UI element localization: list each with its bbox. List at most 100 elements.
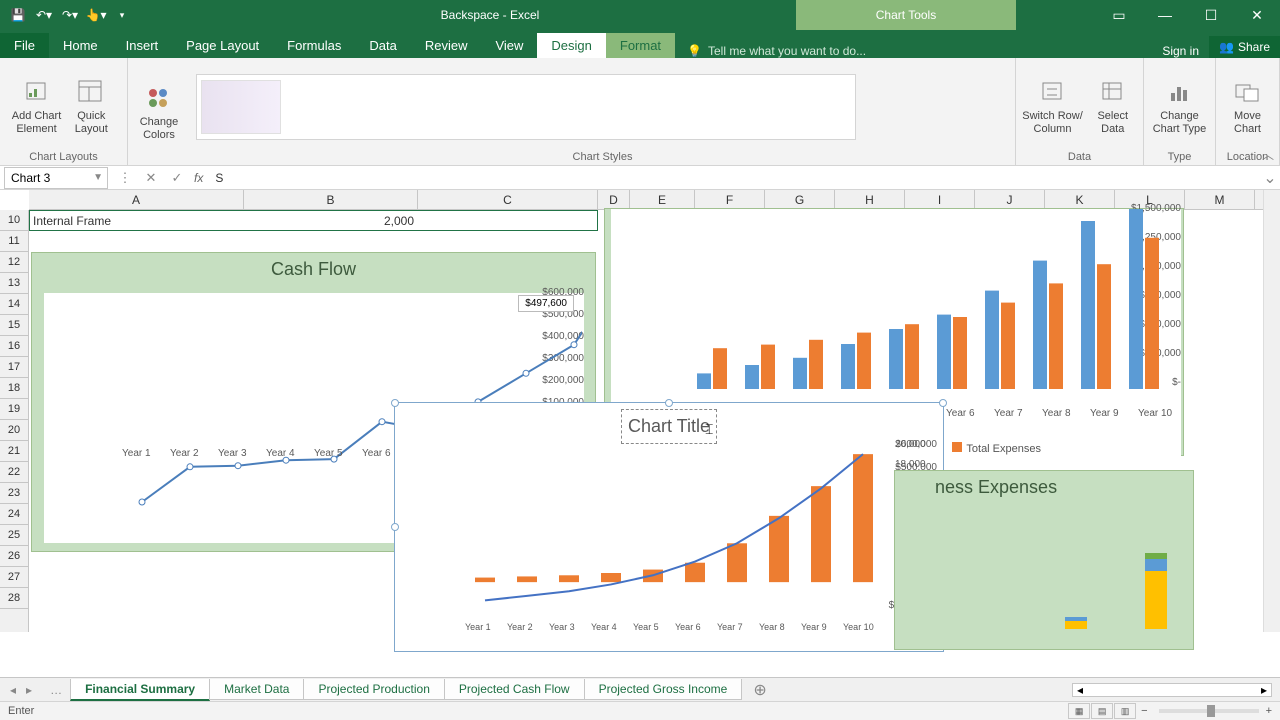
chart-expenses[interactable]: ness Expenses xyxy=(894,470,1194,650)
row-header[interactable]: 27 xyxy=(0,567,28,588)
tab-page-layout[interactable]: Page Layout xyxy=(172,33,273,58)
chart-selected-combo[interactable]: Chart Title ⌶ $600,000$500,000$400,000$3… xyxy=(394,402,944,652)
column-header[interactable]: I xyxy=(905,190,975,209)
page-break-view-button[interactable]: ▥ xyxy=(1114,703,1136,719)
sheet-tab[interactable]: Projected Gross Income xyxy=(584,679,743,700)
row-header[interactable]: 17 xyxy=(0,357,28,378)
cancel-formula-button[interactable]: ✕ xyxy=(138,170,164,186)
change-colors-button[interactable]: Change Colors xyxy=(135,83,183,142)
zoom-out-button[interactable]: − xyxy=(1141,705,1147,717)
chevron-down-icon[interactable]: ▼ xyxy=(93,172,107,183)
redo-icon[interactable]: ↷▾ xyxy=(58,4,82,26)
tell-me-search[interactable]: 💡Tell me what you want to do... xyxy=(675,44,1152,58)
add-sheet-button[interactable]: ⊕ xyxy=(741,680,778,700)
sheet-nav[interactable]: ◂▸ xyxy=(0,683,42,697)
zoom-in-button[interactable]: + xyxy=(1266,705,1272,717)
row-header[interactable]: 20 xyxy=(0,420,28,441)
expand-formula-bar-icon[interactable]: ⌄ xyxy=(1260,168,1280,188)
maximize-icon[interactable]: ☐ xyxy=(1188,0,1234,30)
ribbon-group-chart-layouts: Add Chart Element Quick Layout Chart Lay… xyxy=(0,58,128,165)
page-layout-view-button[interactable]: ▤ xyxy=(1091,703,1113,719)
row-header[interactable]: 18 xyxy=(0,378,28,399)
name-box[interactable]: Chart 3▼ xyxy=(4,167,108,189)
minimize-icon[interactable]: — xyxy=(1142,0,1188,30)
cell-mode-indicator: Enter xyxy=(8,705,34,717)
row-header[interactable]: 23 xyxy=(0,483,28,504)
row-header[interactable]: 10 xyxy=(0,210,28,231)
normal-view-button[interactable]: ▦ xyxy=(1068,703,1090,719)
select-data-button[interactable]: Select Data xyxy=(1089,77,1137,136)
separator-icon: ⋮ xyxy=(112,170,138,186)
row-header[interactable]: 11 xyxy=(0,231,28,252)
column-header[interactable]: D xyxy=(598,190,630,209)
selection-border xyxy=(29,210,598,231)
horizontal-scrollbar[interactable]: ◂▸ xyxy=(779,683,1280,697)
chart-title: ness Expenses xyxy=(895,471,1193,504)
undo-icon[interactable]: ↶▾ xyxy=(32,4,56,26)
touch-mode-icon[interactable]: 👆▾ xyxy=(84,4,108,26)
tab-insert[interactable]: Insert xyxy=(112,33,173,58)
row-header[interactable]: 26 xyxy=(0,546,28,567)
chart-style-thumbnail[interactable] xyxy=(201,80,281,134)
row-header[interactable]: 15 xyxy=(0,315,28,336)
column-header[interactable]: E xyxy=(630,190,695,209)
row-header[interactable]: 24 xyxy=(0,504,28,525)
column-header[interactable]: J xyxy=(975,190,1045,209)
row-header[interactable]: 21 xyxy=(0,441,28,462)
cell-grid[interactable]: Internal Frame 2,000 Cash Flow $600,000$… xyxy=(29,210,1263,632)
column-header[interactable]: C xyxy=(418,190,598,209)
add-chart-element-button[interactable]: Add Chart Element xyxy=(12,77,62,136)
column-header[interactable]: F xyxy=(695,190,765,209)
sheet-tab[interactable]: Projected Cash Flow xyxy=(444,679,585,700)
row-header[interactable]: 25 xyxy=(0,525,28,546)
qat-customize-icon[interactable]: ▾ xyxy=(110,4,134,26)
row-header[interactable]: 14 xyxy=(0,294,28,315)
sheet-tab[interactable]: Financial Summary xyxy=(70,679,210,701)
row-header[interactable]: 28 xyxy=(0,588,28,609)
selection-handle[interactable] xyxy=(391,523,399,531)
fx-icon[interactable]: fx xyxy=(190,171,207,185)
tab-data[interactable]: Data xyxy=(355,33,410,58)
sign-in-link[interactable]: Sign in xyxy=(1152,44,1209,58)
close-icon[interactable]: ✕ xyxy=(1234,0,1280,30)
column-header[interactable]: H xyxy=(835,190,905,209)
data-label: $497,600 xyxy=(518,295,574,312)
zoom-slider[interactable] xyxy=(1159,709,1259,713)
column-header[interactable]: A xyxy=(29,190,244,209)
collapse-ribbon-icon[interactable]: ︿ xyxy=(1262,146,1274,163)
accept-formula-button[interactable]: ✓ xyxy=(164,170,190,186)
selection-handle[interactable] xyxy=(391,399,399,407)
save-icon[interactable]: 💾 xyxy=(6,4,30,26)
sheet-tab[interactable]: Market Data xyxy=(209,679,304,700)
sheet-tab[interactable]: Projected Production xyxy=(303,679,444,700)
selection-handle[interactable] xyxy=(939,399,947,407)
change-chart-type-button[interactable]: Change Chart Type xyxy=(1153,77,1207,136)
column-header[interactable]: K xyxy=(1045,190,1115,209)
tab-view[interactable]: View xyxy=(481,33,537,58)
formula-input[interactable]: S xyxy=(207,171,1260,185)
tab-design[interactable]: Design xyxy=(537,33,605,58)
switch-row-column-button[interactable]: Switch Row/ Column xyxy=(1022,77,1083,136)
app-title: Backspace - Excel xyxy=(134,8,846,22)
vertical-scrollbar[interactable] xyxy=(1263,190,1280,632)
row-header[interactable]: 12 xyxy=(0,252,28,273)
move-chart-button[interactable]: Move Chart xyxy=(1224,77,1272,136)
column-header[interactable]: B xyxy=(244,190,418,209)
selection-handle[interactable] xyxy=(665,399,673,407)
tab-review[interactable]: Review xyxy=(411,33,482,58)
share-button[interactable]: 👥Share xyxy=(1209,36,1280,58)
tab-home[interactable]: Home xyxy=(49,33,112,58)
column-header[interactable]: M xyxy=(1185,190,1255,209)
tab-format[interactable]: Format xyxy=(606,33,675,58)
chart-styles-gallery[interactable] xyxy=(196,74,856,140)
row-header[interactable]: 13 xyxy=(0,273,28,294)
row-header[interactable]: 19 xyxy=(0,399,28,420)
tab-file[interactable]: File xyxy=(0,33,49,58)
quick-layout-button[interactable]: Quick Layout xyxy=(67,77,115,136)
row-header[interactable]: 22 xyxy=(0,462,28,483)
tab-formulas[interactable]: Formulas xyxy=(273,33,355,58)
chart-title-editing[interactable]: Chart Title xyxy=(621,409,717,444)
ribbon-display-options-icon[interactable]: ▭ xyxy=(1096,0,1142,30)
column-header[interactable]: G xyxy=(765,190,835,209)
row-header[interactable]: 16 xyxy=(0,336,28,357)
